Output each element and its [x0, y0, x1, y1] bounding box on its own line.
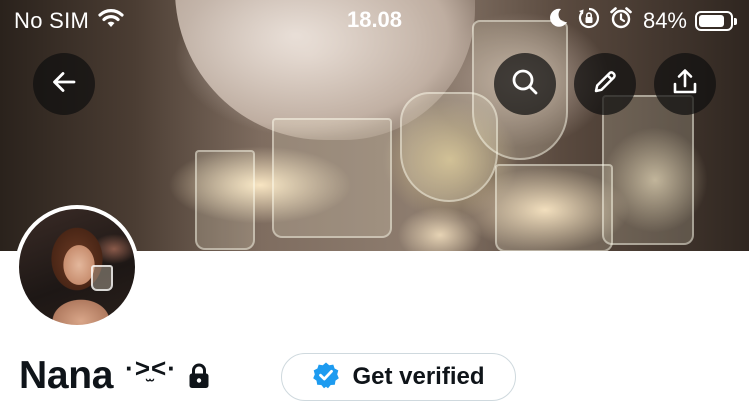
pencil-icon: [591, 68, 619, 101]
lock-icon: [187, 362, 211, 390]
verified-badge-icon: [312, 361, 340, 394]
share-icon: [671, 67, 699, 102]
banner-glass: [495, 164, 613, 251]
search-button[interactable]: [494, 53, 556, 115]
search-icon: [510, 67, 540, 102]
alarm-icon: [609, 6, 633, 35]
banner-glass: [195, 150, 255, 250]
display-name: Nana: [19, 354, 114, 397]
banner-glass: [272, 118, 392, 238]
back-button[interactable]: [33, 53, 95, 115]
name-emoticon: ·>̫<·: [125, 352, 177, 383]
get-verified-label: Get verified: [352, 363, 485, 390]
share-button[interactable]: [654, 53, 716, 115]
status-right: 84%: [547, 6, 737, 35]
battery-icon: [695, 10, 737, 31]
avatar-photo-detail: [91, 265, 113, 291]
orientation-lock-icon: [577, 6, 601, 35]
get-verified-button[interactable]: Get verified: [281, 353, 516, 401]
arrow-left-icon: [50, 68, 78, 101]
edit-button[interactable]: [574, 53, 636, 115]
battery-percent: 84%: [642, 7, 687, 33]
moon-icon: [547, 7, 569, 34]
profile-avatar[interactable]: [15, 205, 139, 329]
banner-glass: [602, 95, 694, 245]
status-bar: No SIM 18.08 84%: [0, 0, 749, 44]
profile-name-row: Nana ·>̫<·: [19, 352, 211, 400]
